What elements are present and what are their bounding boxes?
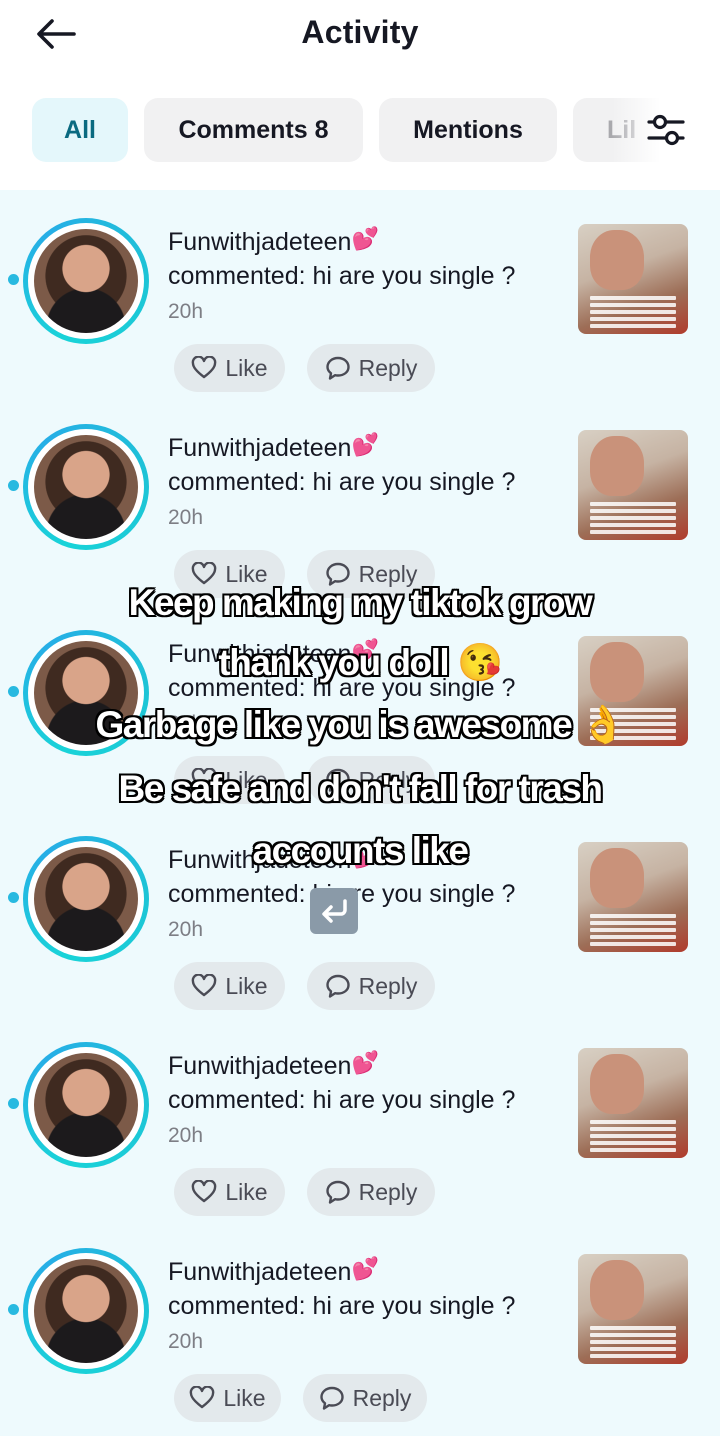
like-button[interactable]: Like <box>174 962 285 1010</box>
speech-bubble-icon <box>325 356 350 380</box>
reply-button[interactable]: Reply <box>307 550 435 598</box>
like-button[interactable]: Like <box>174 1374 281 1422</box>
unread-dot <box>8 274 19 285</box>
list-item[interactable]: Funwithjadeteen💕 commented: hi are you s… <box>0 190 720 396</box>
video-thumbnail[interactable] <box>578 224 688 334</box>
timestamp: 20h <box>168 712 204 735</box>
list-item[interactable]: Funwithjadeteen💕 commented: hi are you s… <box>0 808 720 1014</box>
timestamp: 20h <box>168 300 204 323</box>
comment-text: commented: hi are you single ? <box>168 262 516 290</box>
video-thumbnail[interactable] <box>578 430 688 540</box>
return-arrow-icon <box>310 888 358 934</box>
video-thumbnail[interactable] <box>578 1254 688 1364</box>
unread-dot <box>8 1098 19 1109</box>
username[interactable]: Funwithjadeteen💕 <box>168 226 379 257</box>
reply-button[interactable]: Reply <box>307 1168 435 1216</box>
comment-text: commented: hi are you single ? <box>168 468 516 496</box>
list-item[interactable]: Funwithjadeteen💕 commented: hi are you s… <box>0 1220 720 1426</box>
avatar[interactable] <box>23 1042 149 1168</box>
list-item[interactable]: Funwithjadeteen💕 commented: hi are you s… <box>0 602 720 808</box>
heart-icon <box>190 1386 215 1409</box>
comment-text: commented: hi are you single ? <box>168 1292 516 1320</box>
timestamp: 20h <box>168 918 204 941</box>
like-button[interactable]: Like <box>174 1168 285 1216</box>
speech-bubble-icon <box>325 974 350 998</box>
username[interactable]: Funwithjadeteen💕 <box>168 844 379 875</box>
comment-text: commented: hi are you single ? <box>168 674 516 702</box>
avatar[interactable] <box>23 836 149 962</box>
activity-list: Funwithjadeteen💕 commented: hi are you s… <box>0 190 720 1436</box>
video-thumbnail[interactable] <box>578 842 688 952</box>
tab-all[interactable]: All <box>32 98 128 162</box>
reply-button[interactable]: Reply <box>303 1374 427 1422</box>
unread-dot <box>8 892 19 903</box>
avatar[interactable] <box>23 218 149 344</box>
list-item[interactable]: Funwithjadeteen💕 commented: hi are you s… <box>0 1014 720 1220</box>
sliders-icon <box>647 114 685 146</box>
username[interactable]: Funwithjadeteen💕 <box>168 1256 379 1287</box>
speech-bubble-icon <box>319 1386 344 1410</box>
reply-button[interactable]: Reply <box>307 962 435 1010</box>
speech-bubble-icon <box>325 562 350 586</box>
video-thumbnail[interactable] <box>578 636 688 746</box>
heart-icon <box>192 974 217 997</box>
tab-mentions[interactable]: Mentions <box>379 98 557 162</box>
unread-dot <box>8 1304 19 1315</box>
avatar[interactable] <box>23 424 149 550</box>
avatar[interactable] <box>23 1248 149 1374</box>
like-button[interactable]: Like <box>174 344 285 392</box>
tab-comments[interactable]: Comments 8 <box>144 98 363 162</box>
reply-button[interactable]: Reply <box>307 756 435 804</box>
heart-icon <box>192 562 217 585</box>
video-thumbnail[interactable] <box>578 1048 688 1158</box>
timestamp: 20h <box>168 1330 204 1353</box>
timestamp: 20h <box>168 506 204 529</box>
username[interactable]: Funwithjadeteen💕 <box>168 1050 379 1081</box>
heart-icon <box>192 1180 217 1203</box>
reply-button[interactable]: Reply <box>307 344 435 392</box>
like-button[interactable]: Like <box>174 756 285 804</box>
avatar[interactable] <box>23 630 149 756</box>
unread-dot <box>8 686 19 697</box>
comment-text: commented: hi are you single ? <box>168 1086 516 1114</box>
filter-button[interactable] <box>640 104 692 156</box>
heart-icon <box>192 768 217 791</box>
heart-icon <box>192 356 217 379</box>
header: Activity <box>0 0 720 72</box>
speech-bubble-icon <box>325 768 350 792</box>
speech-bubble-icon <box>325 1180 350 1204</box>
username[interactable]: Funwithjadeteen💕 <box>168 432 379 463</box>
unread-dot <box>8 480 19 491</box>
username[interactable]: Funwithjadeteen💕 <box>168 638 379 669</box>
tab-bar: All Comments 8 Mentions Lil <box>0 98 720 162</box>
like-button[interactable]: Like <box>174 550 285 598</box>
list-item[interactable]: Funwithjadeteen💕 commented: hi are you s… <box>0 396 720 602</box>
timestamp: 20h <box>168 1124 204 1147</box>
page-title: Activity <box>301 14 419 50</box>
